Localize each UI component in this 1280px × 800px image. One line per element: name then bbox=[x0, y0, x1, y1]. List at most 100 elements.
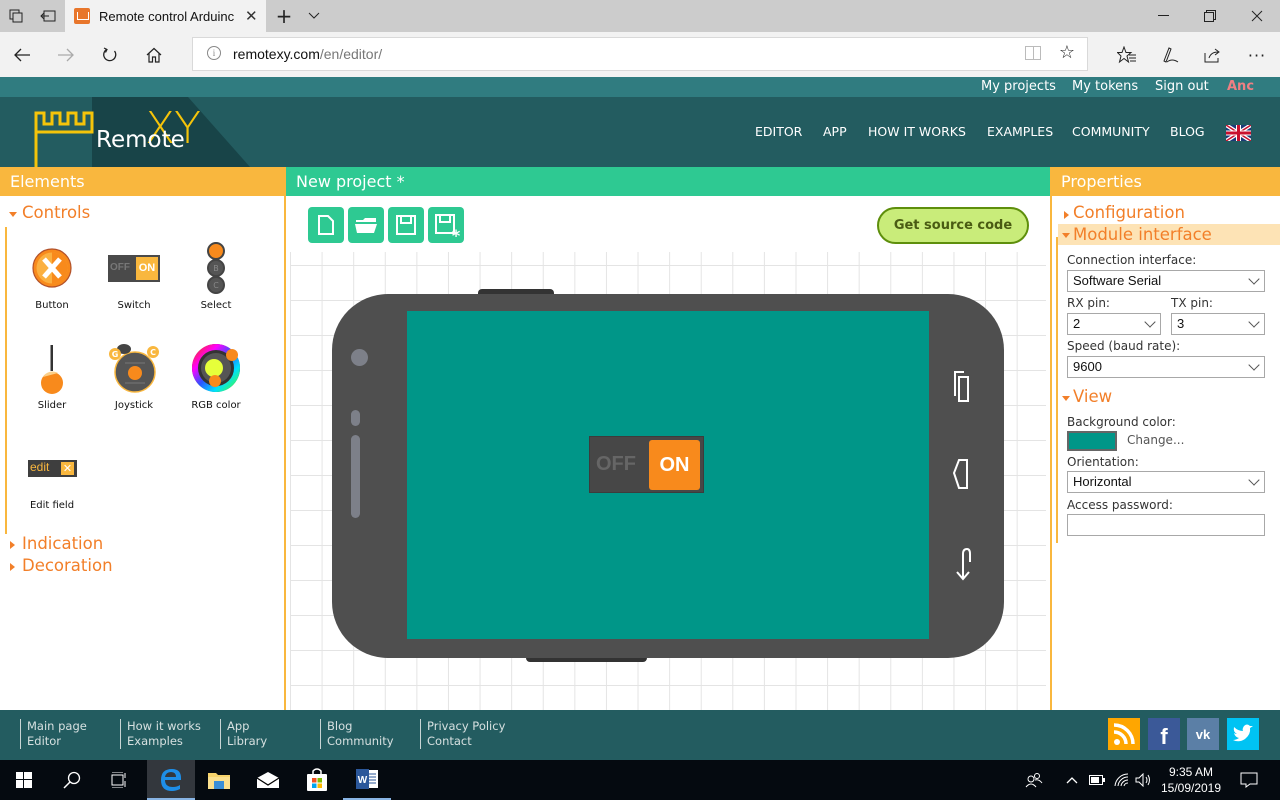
share-icon[interactable] bbox=[1196, 38, 1230, 72]
element-edit-field[interactable]: edit ✕ Edit field bbox=[11, 442, 93, 532]
footer-link-library[interactable]: Library bbox=[227, 734, 267, 749]
back-arrow-icon[interactable] bbox=[5, 38, 39, 72]
element-rgb-color[interactable]: RGB color bbox=[175, 342, 257, 432]
nav-app[interactable]: APP bbox=[823, 124, 847, 139]
save-button[interactable] bbox=[388, 207, 424, 243]
collapse-triangle-icon[interactable] bbox=[9, 212, 17, 217]
taskbar-edge[interactable] bbox=[147, 760, 195, 800]
taskbar-word[interactable]: W bbox=[343, 760, 391, 800]
address-bar[interactable]: i remotexy.com/en/editor/ ☆ bbox=[192, 37, 1088, 71]
restore-button[interactable] bbox=[1187, 0, 1233, 32]
app-screen[interactable]: OFF ON bbox=[407, 311, 929, 639]
taskbar-mail[interactable] bbox=[244, 760, 292, 800]
task-view-button[interactable] bbox=[96, 760, 144, 800]
set-tabs-aside-icon[interactable] bbox=[32, 0, 64, 32]
close-window-button[interactable] bbox=[1234, 0, 1280, 32]
element-switch[interactable]: OFF ON Switch bbox=[93, 242, 175, 332]
favorite-star-icon[interactable]: ☆ bbox=[1059, 42, 1075, 63]
footer-link-blog[interactable]: Blog bbox=[327, 719, 394, 734]
more-options-icon[interactable]: ··· bbox=[1240, 38, 1274, 72]
favorites-hub-icon[interactable] bbox=[1110, 38, 1144, 72]
battery-button[interactable] bbox=[1084, 760, 1110, 800]
section-controls[interactable]: Controls bbox=[22, 203, 90, 222]
footer-link-how-it-works[interactable]: How it works bbox=[127, 719, 201, 734]
tab-close-icon[interactable]: ✕ bbox=[245, 7, 258, 25]
background-color-swatch[interactable] bbox=[1067, 431, 1117, 451]
minimize-button[interactable] bbox=[1141, 0, 1187, 32]
speed-select[interactable]: 9600 bbox=[1067, 356, 1265, 378]
uk-flag-icon[interactable] bbox=[1226, 125, 1251, 141]
section-indication[interactable]: Indication bbox=[22, 534, 103, 553]
user-name-link[interactable]: Anc bbox=[1227, 79, 1254, 94]
save-as-button[interactable]: * bbox=[428, 207, 464, 243]
section-configuration[interactable]: Configuration bbox=[1073, 203, 1185, 222]
open-button[interactable] bbox=[348, 207, 384, 243]
vk-icon[interactable]: vk bbox=[1187, 718, 1219, 750]
footer-link-privacy-policy[interactable]: Privacy Policy bbox=[427, 719, 505, 734]
forward-arrow-icon[interactable] bbox=[49, 38, 83, 72]
expand-triangle-icon[interactable] bbox=[1064, 211, 1069, 219]
web-note-pen-icon[interactable] bbox=[1153, 38, 1187, 72]
home-icon[interactable] bbox=[137, 38, 171, 72]
connection-interface-select[interactable]: Software Serial bbox=[1067, 270, 1265, 292]
orientation-value: Horizontal bbox=[1073, 474, 1132, 489]
footer-link-main-page[interactable]: Main page bbox=[27, 719, 87, 734]
my-tokens-link[interactable]: My tokens bbox=[1072, 79, 1138, 94]
speed-label: Speed (baud rate): bbox=[1067, 339, 1181, 353]
nav-community[interactable]: COMMUNITY bbox=[1072, 124, 1150, 139]
section-decoration[interactable]: Decoration bbox=[22, 556, 113, 575]
browser-tab-active[interactable]: Remote control Arduinc ✕ bbox=[65, 0, 266, 32]
collapse-triangle-icon[interactable] bbox=[1062, 396, 1070, 401]
element-select[interactable]: B C Select bbox=[175, 242, 257, 332]
taskbar-store[interactable] bbox=[293, 760, 341, 800]
element-button[interactable]: Button bbox=[11, 242, 93, 332]
tab-preview-icon[interactable] bbox=[0, 0, 32, 32]
connection-interface-label: Connection interface: bbox=[1067, 253, 1197, 267]
nav-editor[interactable]: EDITOR bbox=[755, 124, 802, 139]
footer-link-contact[interactable]: Contact bbox=[427, 734, 505, 749]
change-color-link[interactable]: Change... bbox=[1127, 433, 1184, 447]
switch-widget[interactable]: OFF ON bbox=[589, 436, 704, 493]
people-button[interactable] bbox=[1014, 760, 1054, 800]
site-info-icon[interactable]: i bbox=[207, 46, 221, 60]
rx-pin-select[interactable]: 2 bbox=[1067, 313, 1161, 335]
section-view[interactable]: View bbox=[1073, 387, 1112, 406]
access-password-input[interactable] bbox=[1067, 514, 1265, 536]
rss-icon[interactable] bbox=[1108, 718, 1140, 750]
new-tab-button[interactable]: + bbox=[268, 0, 300, 32]
element-joystick[interactable]: G C Joystick bbox=[93, 342, 175, 432]
tx-pin-select[interactable]: 3 bbox=[1171, 313, 1265, 335]
footer-link-editor[interactable]: Editor bbox=[27, 734, 87, 749]
new-file-icon bbox=[318, 215, 334, 235]
nav-how-it-works[interactable]: HOW IT WORKS bbox=[868, 124, 966, 139]
collapse-triangle-icon[interactable] bbox=[1062, 233, 1070, 238]
twitter-icon[interactable] bbox=[1227, 718, 1259, 750]
action-center-button[interactable] bbox=[1229, 760, 1269, 800]
tx-pin-value: 3 bbox=[1177, 316, 1185, 331]
sign-out-link[interactable]: Sign out bbox=[1155, 79, 1209, 94]
nav-blog[interactable]: BLOG bbox=[1170, 124, 1205, 139]
facebook-icon[interactable]: f bbox=[1148, 718, 1180, 750]
expand-triangle-icon[interactable] bbox=[10, 563, 15, 571]
url-text[interactable]: remotexy.com/en/editor/ bbox=[233, 46, 382, 62]
search-button[interactable] bbox=[48, 760, 96, 800]
orientation-select[interactable]: Horizontal bbox=[1067, 471, 1265, 493]
get-source-code-button[interactable]: Get source code bbox=[877, 207, 1029, 244]
footer-link-community[interactable]: Community bbox=[327, 734, 394, 749]
reading-view-icon[interactable] bbox=[1025, 46, 1041, 60]
tab-list-chevron-icon[interactable] bbox=[298, 0, 330, 32]
show-hidden-icons-button[interactable] bbox=[1058, 760, 1086, 800]
new-file-button[interactable] bbox=[308, 207, 344, 243]
footer-link-app[interactable]: App bbox=[227, 719, 267, 734]
start-button[interactable] bbox=[0, 760, 48, 800]
expand-triangle-icon[interactable] bbox=[10, 541, 15, 549]
my-projects-link[interactable]: My projects bbox=[981, 79, 1056, 94]
element-slider[interactable]: Slider bbox=[11, 342, 93, 432]
system-clock[interactable]: 9:35 AM 15/09/2019 bbox=[1155, 764, 1227, 796]
taskbar-file-explorer[interactable] bbox=[195, 760, 243, 800]
volume-button[interactable] bbox=[1131, 760, 1157, 800]
refresh-icon[interactable] bbox=[93, 38, 127, 72]
section-module-interface[interactable]: Module interface bbox=[1073, 225, 1212, 244]
nav-examples[interactable]: EXAMPLES bbox=[987, 124, 1053, 139]
footer-link-examples[interactable]: Examples bbox=[127, 734, 201, 749]
